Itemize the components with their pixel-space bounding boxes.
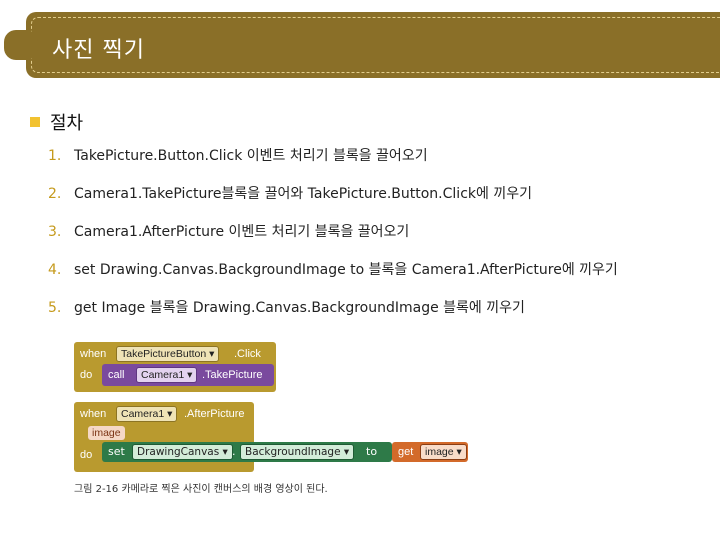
call-method-block: call Camera1 ▾ .TakePicture — [102, 364, 274, 386]
square-bullet-icon — [30, 117, 40, 127]
camera-dropdown: Camera1 ▾ — [136, 367, 198, 383]
do-label: do — [80, 369, 93, 381]
step-text: set Drawing.Canvas.BackgroundImage to 블록… — [74, 262, 618, 278]
steps-list: 1. TakePicture.Button.Click 이벤트 처리기 블록을 … — [48, 145, 618, 335]
call-label: call — [108, 369, 125, 381]
step-text: get Image 블록을 Drawing.Canvas.BackgroundI… — [74, 300, 525, 316]
step-text: TakePicture.Button.Click 이벤트 처리기 블록을 끌어오… — [74, 148, 428, 164]
method-label: .TakePicture — [202, 369, 263, 381]
to-label: to — [366, 445, 378, 458]
component-dropdown: TakePictureButton ▾ — [116, 346, 220, 362]
step-text: Camera1.AfterPicture 이벤트 처리기 블록을 끌어오기 — [74, 224, 410, 240]
click-event-block: when TakePictureButton ▾ .Click do call … — [74, 342, 276, 392]
list-item: 1. TakePicture.Button.Click 이벤트 처리기 블록을 … — [48, 145, 618, 183]
component-dropdown: Camera1 ▾ — [116, 406, 178, 422]
get-label: get — [398, 446, 414, 458]
banner-puzzle-tab — [4, 30, 38, 60]
event-label: .Click — [234, 348, 261, 360]
canvas-dropdown: DrawingCanvas ▾ — [132, 444, 233, 460]
variable-dropdown: image ▾ — [420, 444, 467, 460]
step-number: 1. — [48, 148, 62, 164]
list-item: 3. Camera1.AfterPicture 이벤트 처리기 블록을 끌어오기 — [48, 221, 618, 259]
when-label: when — [80, 408, 107, 420]
title-banner: 사진 찍기 — [0, 8, 720, 82]
figure-caption: 그림 2-16 카메라로 찍은 사진이 캔버스의 배경 영상이 된다. — [74, 484, 328, 495]
step-number: 2. — [48, 186, 62, 202]
dot-label: . — [232, 445, 236, 458]
list-item: 5. get Image 블록을 Drawing.Canvas.Backgrou… — [48, 297, 618, 335]
image-parameter: image — [88, 426, 125, 440]
list-item: 2. Camera1.TakePicture블록을 끌어와 TakePictur… — [48, 183, 618, 221]
section-heading: 절차 — [30, 109, 83, 135]
event-label: .AfterPicture — [184, 408, 245, 420]
blocks-figure: when TakePictureButton ▾ .Click do call … — [74, 342, 392, 502]
section-title: 절차 — [50, 113, 84, 134]
step-text: Camera1.TakePicture블록을 끌어와 TakePicture.B… — [74, 186, 532, 202]
set-label: set — [108, 445, 125, 458]
set-property-block: set DrawingCanvas ▾ . BackgroundImage ▾ … — [102, 442, 392, 462]
when-label: when — [80, 348, 107, 360]
step-number: 5. — [48, 300, 62, 316]
step-number: 4. — [48, 262, 62, 278]
page-title: 사진 찍기 — [52, 38, 145, 63]
property-dropdown: BackgroundImage ▾ — [240, 444, 355, 460]
step-number: 3. — [48, 224, 62, 240]
get-variable-block: get image ▾ — [392, 442, 468, 462]
do-label: do — [80, 449, 93, 461]
list-item: 4. set Drawing.Canvas.BackgroundImage to… — [48, 259, 618, 297]
